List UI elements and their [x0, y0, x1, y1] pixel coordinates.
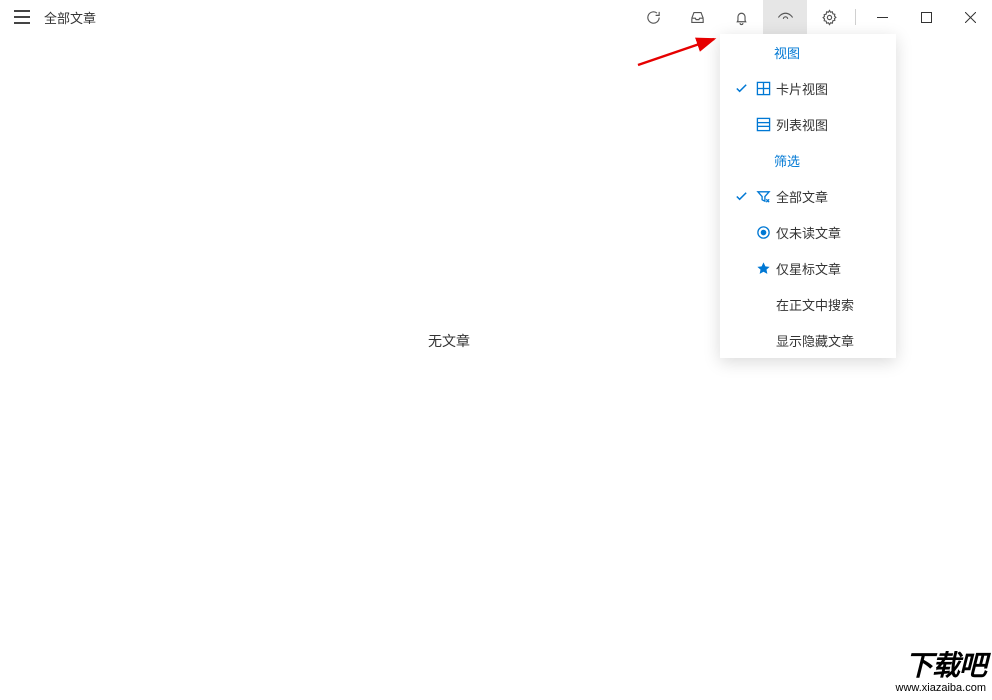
hamburger-menu-icon[interactable]	[14, 10, 30, 24]
dropdown-item-label: 显示隐藏文章	[776, 331, 854, 350]
view-button[interactable]	[763, 0, 807, 34]
dropdown-item-label: 列表视图	[776, 115, 828, 134]
dropdown-item-label: 仅星标文章	[776, 259, 841, 278]
filter-icon	[752, 189, 774, 204]
watermark-text: 下载吧	[896, 644, 986, 684]
watermark-url: www.xiazaiba.com	[896, 682, 986, 694]
close-button[interactable]	[948, 0, 992, 34]
notifications-button[interactable]	[719, 0, 763, 34]
titlebar: 全部文章	[0, 0, 992, 34]
settings-button[interactable]	[807, 0, 851, 34]
dropdown-item-label: 在正文中搜索	[776, 295, 854, 314]
list-icon	[752, 117, 774, 132]
titlebar-right	[631, 0, 992, 34]
dropdown-item-starred-only[interactable]: 仅星标文章	[720, 250, 896, 286]
star-icon	[752, 261, 774, 276]
dropdown-item-show-hidden[interactable]: 显示隐藏文章	[720, 322, 896, 358]
titlebar-left: 全部文章	[0, 8, 96, 27]
maximize-button[interactable]	[904, 0, 948, 34]
empty-state-text: 无文章	[428, 331, 470, 351]
check-icon	[730, 81, 752, 96]
toolbar-divider	[855, 9, 856, 25]
dropdown-item-label: 卡片视图	[776, 79, 828, 98]
watermark: 下载吧 www.xiazaiba.com	[896, 644, 986, 694]
minimize-button[interactable]	[860, 0, 904, 34]
inbox-button[interactable]	[675, 0, 719, 34]
dropdown-item-search-body[interactable]: 在正文中搜索	[720, 286, 896, 322]
dropdown-item-unread-only[interactable]: 仅未读文章	[720, 214, 896, 250]
dropdown-section-view: 视图	[720, 34, 896, 70]
dropdown-item-list-view[interactable]: 列表视图	[720, 106, 896, 142]
page-title: 全部文章	[44, 8, 96, 27]
circle-icon	[752, 225, 774, 240]
dropdown-section-filter: 筛选	[720, 142, 896, 178]
check-icon	[730, 189, 752, 204]
dropdown-item-all-articles[interactable]: 全部文章	[720, 178, 896, 214]
view-dropdown: 视图 卡片视图 列表视图 筛选 全部文章 仅未读文章	[720, 34, 896, 358]
dropdown-item-card-view[interactable]: 卡片视图	[720, 70, 896, 106]
annotation-arrow-icon	[636, 37, 726, 67]
dropdown-item-label: 全部文章	[776, 187, 828, 206]
refresh-button[interactable]	[631, 0, 675, 34]
grid-icon	[752, 81, 774, 96]
dropdown-item-label: 仅未读文章	[776, 223, 841, 242]
